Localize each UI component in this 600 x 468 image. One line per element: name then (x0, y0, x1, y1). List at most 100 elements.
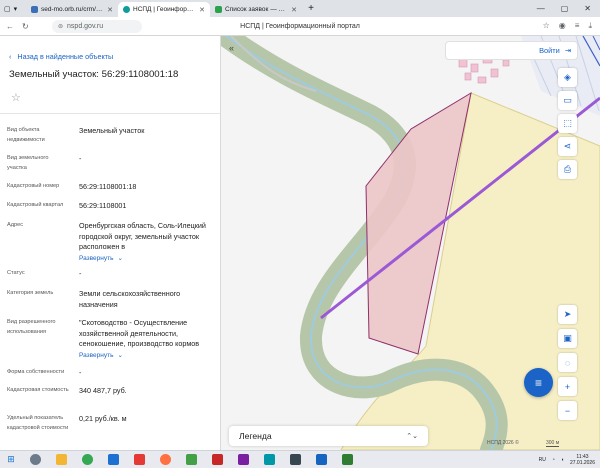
divider (0, 113, 220, 114)
taskbar-app-icon[interactable] (334, 454, 360, 465)
tab-requests[interactable]: Список заявок — Технол. ✕ (210, 2, 302, 17)
chevron-up-down-icon: ⌃⌄ (406, 433, 418, 440)
attr-label: Статус (7, 270, 25, 276)
taskbar-app-icon[interactable] (178, 454, 204, 465)
minimize-icon[interactable]: — (537, 4, 545, 13)
attr-value-wrap: Оренбургская область, Соль-Илецкий город… (79, 221, 215, 264)
taskbar-app-icon[interactable] (230, 454, 256, 465)
maximize-icon[interactable]: ▢ (561, 4, 569, 13)
object-title: Земельный участок: 56:29:1108001:18 (9, 69, 179, 80)
crm-favicon (31, 6, 38, 13)
site-info-icon[interactable]: ⊜ (58, 23, 63, 30)
attr-value: "Скотоводство - Осуществление хозяйствен… (79, 318, 200, 348)
taskbar-browser-icon[interactable] (152, 454, 178, 465)
map-tools-top: ◈ ▭ ⬚ ⋖ ⎙ (558, 68, 577, 179)
taskbar-app-icon[interactable] (282, 454, 308, 465)
expand-use-link[interactable]: Развернуть ⌄ (79, 351, 215, 362)
tab-title: sed-mo.orb.ru/crm/web/ (41, 6, 105, 13)
attr-value-wrap: "Скотоводство - Осуществление хозяйствен… (79, 318, 215, 361)
map-mode-icon[interactable]: ▣ (558, 329, 577, 348)
address-bar: ← ↻ ⊜ nspd.gov.ru НСПД | Геоинформационн… (0, 17, 600, 36)
tab-list-icon[interactable]: ▾ (14, 5, 18, 13)
back-arrow-icon[interactable]: ← (6, 22, 14, 31)
system-tray: RU ◔ ◖ 11:43 27.01.2026 (539, 454, 600, 466)
basemap-icon[interactable]: ▭ (558, 91, 577, 110)
back-label: Назад в найденные объекты (17, 52, 114, 61)
chevron-left-icon: ‹ (9, 52, 12, 61)
close-tab-icon[interactable]: ✕ (291, 6, 297, 14)
attr-value: - (79, 154, 82, 163)
url-field[interactable]: ⊜ nspd.gov.ru (52, 19, 142, 33)
browser-tab-bar: ▢ ▾ sed-mo.orb.ru/crm/web/ ✕ НСПД | Геои… (0, 0, 600, 17)
login-button[interactable]: Войти ⇥ (445, 41, 578, 60)
collapse-panel-icon[interactable]: « (229, 43, 234, 53)
bookmark-icon[interactable]: ☆ (543, 21, 550, 31)
attr-value: Оренбургская область, Соль-Илецкий город… (79, 221, 206, 251)
attr-label: Вид разрешенного использования (7, 319, 56, 335)
taskbar-yandex-icon[interactable] (126, 454, 152, 465)
tab-crm[interactable]: sed-mo.orb.ru/crm/web/ ✕ (26, 2, 118, 17)
favorite-star-icon[interactable]: ☆ (11, 91, 21, 104)
close-window-icon[interactable]: ✕ (584, 4, 591, 13)
window-controls: — ▢ ✕ (537, 4, 600, 13)
map-tools-bottom: ➤ ▣ ◌ + − (558, 305, 577, 420)
menu-icon[interactable]: ≡ (575, 21, 580, 31)
clock[interactable]: 11:43 27.01.2026 (570, 454, 595, 466)
attr-value: 340 487,7 руб. (79, 386, 127, 395)
tab-controls: ▢ ▾ (0, 5, 26, 13)
locate-icon[interactable]: ➤ (558, 305, 577, 324)
date: 27.01.2026 (569, 459, 595, 466)
attr-value: 56:29:1108001:18 (79, 182, 137, 191)
volume-icon[interactable]: ◖ (561, 457, 564, 463)
expand-address-link[interactable]: Развернуть ⌄ (79, 254, 215, 265)
taskbar-app-icon[interactable] (204, 454, 230, 465)
taskbar-app-icon[interactable] (100, 454, 126, 465)
account-icon[interactable]: ◉ (559, 21, 566, 31)
taskbar-app-icon[interactable] (256, 454, 282, 465)
tab-search-icon[interactable]: ▢ (4, 5, 11, 13)
network-icon[interactable]: ◔ (552, 457, 555, 463)
chevron-down-icon: ⌄ (117, 351, 123, 359)
attr-value: - (79, 269, 82, 278)
windows-start-icon[interactable]: ⊞ (0, 454, 22, 465)
taskbar-explorer-icon[interactable] (48, 454, 74, 465)
select-area-icon[interactable]: ⬚ (558, 114, 577, 133)
print-icon[interactable]: ⎙ (558, 160, 577, 179)
attr-value: Земельный участок (79, 126, 145, 135)
legend-label: Легенда (239, 431, 272, 441)
attr-value: 56:29:1108001 (79, 201, 127, 210)
reload-icon[interactable]: ↻ (22, 22, 29, 31)
chat-button[interactable]: ≡ (524, 368, 553, 397)
taskbar-app-icon[interactable] (308, 454, 334, 465)
login-icon: ⇥ (564, 46, 571, 55)
zoom-in-icon[interactable]: + (558, 377, 577, 396)
attr-label: Форма собственности (7, 369, 65, 375)
attr-value: Земли сельскохозяйственного назначения (79, 289, 181, 309)
url-text: nspd.gov.ru (67, 22, 104, 30)
ruler-icon[interactable]: ◌ (558, 353, 577, 372)
close-tab-icon[interactable]: ✕ (199, 6, 205, 14)
zoom-out-icon[interactable]: − (558, 401, 577, 420)
attr-label: Адрес (7, 222, 24, 228)
login-label: Войти (539, 46, 560, 55)
share-icon[interactable]: ⋖ (558, 137, 577, 156)
download-icon[interactable]: ⤓ (588, 21, 592, 31)
legend-panel[interactable]: Легенда ⌃⌄ (229, 426, 428, 446)
chat-icon: ≡ (534, 375, 542, 390)
expand-label: Развернуть (79, 254, 114, 262)
taskbar-chrome-icon[interactable] (74, 454, 100, 465)
map-scale: 300 м (546, 440, 560, 447)
chevron-down-icon: ⌄ (117, 254, 123, 262)
attr-label: Вид земельного участка (7, 155, 49, 171)
attr-label: Удельный показатель кадастровой стоимост… (7, 415, 69, 431)
tab-nspd[interactable]: НСПД | Геоинформационный ✕ (118, 2, 210, 17)
back-to-results-link[interactable]: ‹ Назад в найденные объекты (9, 52, 113, 61)
taskbar-search-icon[interactable] (22, 454, 48, 465)
close-tab-icon[interactable]: ✕ (107, 6, 113, 14)
attr-label: Кадастровый номер (7, 183, 60, 189)
layers-icon[interactable]: ◈ (558, 68, 577, 87)
requests-favicon (215, 6, 222, 13)
map-attribution: НСПД 2026 © (487, 440, 519, 446)
new-tab-button[interactable]: + (305, 3, 317, 15)
language-indicator[interactable]: RU (539, 457, 546, 463)
